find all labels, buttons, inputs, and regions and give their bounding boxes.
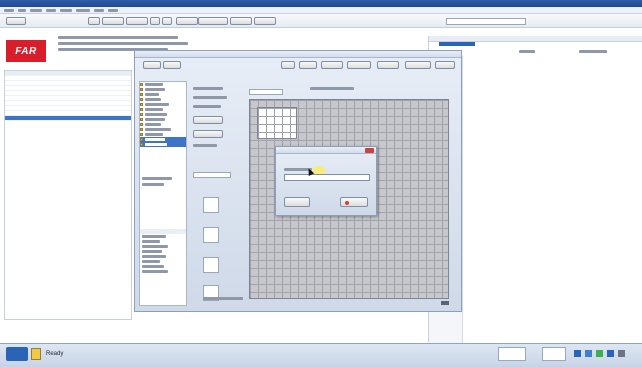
menu-item[interactable] [60,9,72,12]
cancel-icon [345,201,349,205]
folder-icon [140,143,143,146]
grid-size-input[interactable] [249,89,283,95]
toolbar-button[interactable] [162,17,172,25]
menu-item[interactable] [108,9,118,12]
folder-icon [140,93,143,96]
mini-grid[interactable] [203,197,219,213]
menu-item[interactable] [30,9,42,12]
folder-icon [140,138,143,141]
folder-icon [140,123,143,126]
dialog-tool-button[interactable] [299,61,317,69]
toolbar [0,14,642,28]
dialog-tool-button[interactable] [163,61,181,69]
app-logo-text: FAR [15,45,37,57]
folder-icon [140,113,143,116]
mini-grid[interactable] [203,257,219,273]
tray-icon[interactable] [585,350,592,357]
app-logo: FAR [6,40,46,62]
editor-dialog-titlebar [135,51,461,58]
mini-grid[interactable] [203,227,219,243]
menu-item[interactable] [76,9,90,12]
toolbar-button[interactable] [176,17,198,25]
ok-button[interactable] [284,197,310,207]
dialog-tool-button[interactable] [321,61,343,69]
right-panel-selection[interactable] [439,42,475,46]
tray-icon[interactable] [607,350,614,357]
toolbar-button[interactable] [198,17,228,25]
toolbar-button[interactable] [126,17,148,25]
tray-icon[interactable] [596,350,603,357]
start-button[interactable] [6,347,28,361]
input-modal [275,146,377,216]
toolbar-button[interactable] [102,17,124,25]
folder-icon [140,83,143,86]
menu-item[interactable] [46,9,56,12]
menu-item[interactable] [94,9,104,12]
toolbar-button[interactable] [254,17,276,25]
tray-icon[interactable] [618,350,625,357]
tray-box[interactable] [498,347,526,361]
close-icon[interactable] [365,148,374,153]
tray-icon[interactable] [574,350,581,357]
status-label: Ready [46,351,64,357]
settings-button[interactable] [193,116,223,124]
background-table [4,70,132,320]
dialog-tool-button[interactable] [281,61,295,69]
task-button[interactable] [31,348,41,360]
input-modal-field[interactable] [284,174,370,181]
window-titlebar [0,0,642,7]
settings-button[interactable] [193,130,223,138]
dialog-tool-button[interactable] [377,61,399,69]
taskbar: Ready [0,343,642,367]
folder-icon [140,133,143,136]
toolbar-button[interactable] [6,17,26,25]
folder-icon [140,98,143,101]
menu-item[interactable] [18,9,26,12]
dialog-toolbar [137,59,459,71]
folder-icon [140,103,143,106]
dialog-tool-button[interactable] [405,61,431,69]
toolbar-button[interactable] [88,17,100,25]
toolbar-button[interactable] [150,17,160,25]
menu-item[interactable] [4,9,14,12]
tray-box[interactable] [542,347,566,361]
search-box[interactable] [446,18,526,25]
table-row-selected[interactable] [5,116,131,121]
dialog-tool-button[interactable] [143,61,161,69]
dialog-tool-button[interactable] [435,61,455,69]
dialog-tree [139,81,187,306]
folder-icon [140,88,143,91]
dialog-tool-button[interactable] [347,61,371,69]
menu-bar [0,7,642,14]
folder-icon [140,108,143,111]
dialog-resize-handle[interactable] [441,301,449,305]
grid-selected-cells[interactable] [257,107,297,139]
folder-icon [140,118,143,121]
toolbar-button[interactable] [230,17,252,25]
cancel-button[interactable] [340,197,368,207]
dialog-settings [193,87,237,307]
input-modal-titlebar [276,147,376,154]
folder-icon [140,128,143,131]
settings-input[interactable] [193,172,231,178]
